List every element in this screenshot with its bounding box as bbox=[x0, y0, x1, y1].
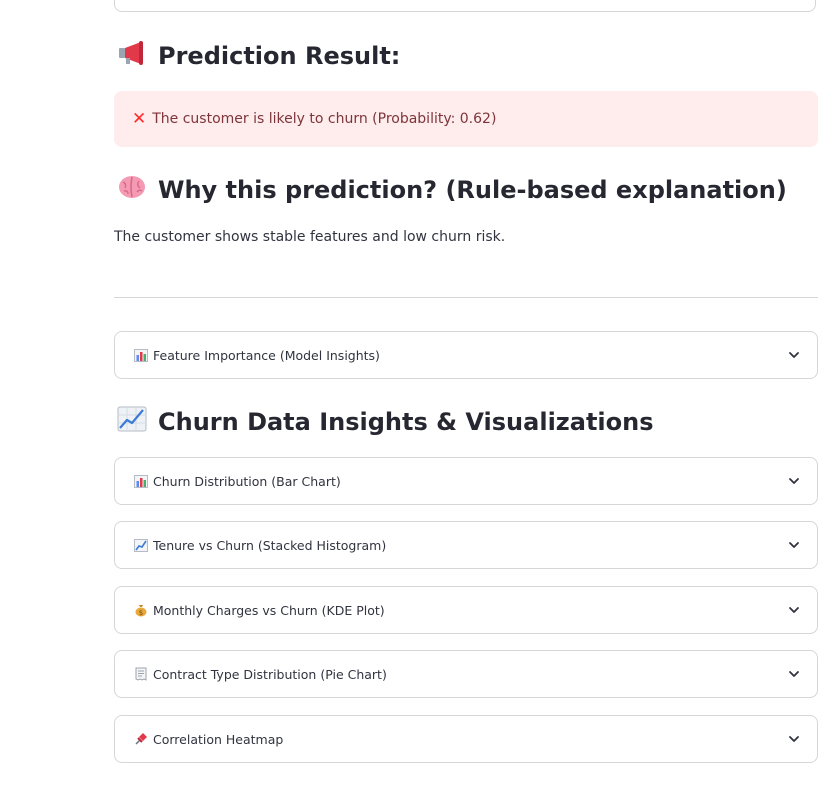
bar-chart-icon bbox=[133, 348, 149, 362]
brain-icon bbox=[117, 174, 148, 206]
contract-type-expander[interactable]: Contract Type Distribution (Pie Chart) bbox=[114, 650, 818, 698]
chevron-down-icon bbox=[787, 603, 801, 617]
expander-label: Monthly Charges vs Churn (KDE Plot) bbox=[153, 602, 385, 618]
chart-increasing-icon bbox=[117, 406, 148, 438]
explanation-heading-text: Why this prediction? (Rule-based explana… bbox=[158, 176, 787, 204]
pushpin-icon bbox=[133, 732, 149, 746]
prediction-heading-text: Prediction Result: bbox=[158, 42, 401, 70]
megaphone-icon bbox=[117, 40, 148, 72]
expander-label: Feature Importance (Model Insights) bbox=[153, 347, 380, 363]
receipt-icon bbox=[133, 667, 149, 681]
insights-heading-text: Churn Data Insights & Visualizations bbox=[158, 408, 654, 436]
feature-importance-expander[interactable]: Feature Importance (Model Insights) bbox=[114, 331, 818, 379]
churn-distribution-expander[interactable]: Churn Distribution (Bar Chart) bbox=[114, 457, 818, 505]
explanation-heading: Why this prediction? (Rule-based explana… bbox=[117, 174, 787, 206]
error-alert: ✕ The customer is likely to churn (Proba… bbox=[114, 91, 818, 147]
insights-heading: Churn Data Insights & Visualizations bbox=[117, 406, 654, 438]
alert-text: The customer is likely to churn (Probabi… bbox=[152, 111, 497, 127]
chevron-down-icon bbox=[787, 348, 801, 362]
previous-container bbox=[114, 0, 816, 12]
cross-mark-icon: ✕ bbox=[132, 109, 147, 129]
chevron-down-icon bbox=[787, 732, 801, 746]
chevron-down-icon bbox=[787, 538, 801, 552]
expander-label: Contract Type Distribution (Pie Chart) bbox=[153, 666, 387, 682]
prediction-heading: Prediction Result: bbox=[117, 40, 400, 72]
correlation-heatmap-expander[interactable]: Correlation Heatmap bbox=[114, 715, 818, 763]
svg-text:$: $ bbox=[139, 609, 143, 617]
tenure-vs-churn-expander[interactable]: Tenure vs Churn (Stacked Histogram) bbox=[114, 521, 818, 569]
expander-label: Tenure vs Churn (Stacked Histogram) bbox=[153, 537, 387, 553]
divider bbox=[114, 297, 818, 298]
expander-label: Churn Distribution (Bar Chart) bbox=[153, 473, 341, 489]
chevron-down-icon bbox=[787, 667, 801, 681]
monthly-charges-expander[interactable]: $ Monthly Charges vs Churn (KDE Plot) bbox=[114, 586, 818, 634]
bar-chart-icon bbox=[133, 474, 149, 488]
chevron-down-icon bbox=[787, 474, 801, 488]
chart-increasing-icon bbox=[133, 538, 149, 552]
explanation-text: The customer shows stable features and l… bbox=[114, 229, 506, 245]
money-bag-icon: $ bbox=[133, 603, 149, 617]
expander-label: Correlation Heatmap bbox=[153, 731, 284, 747]
